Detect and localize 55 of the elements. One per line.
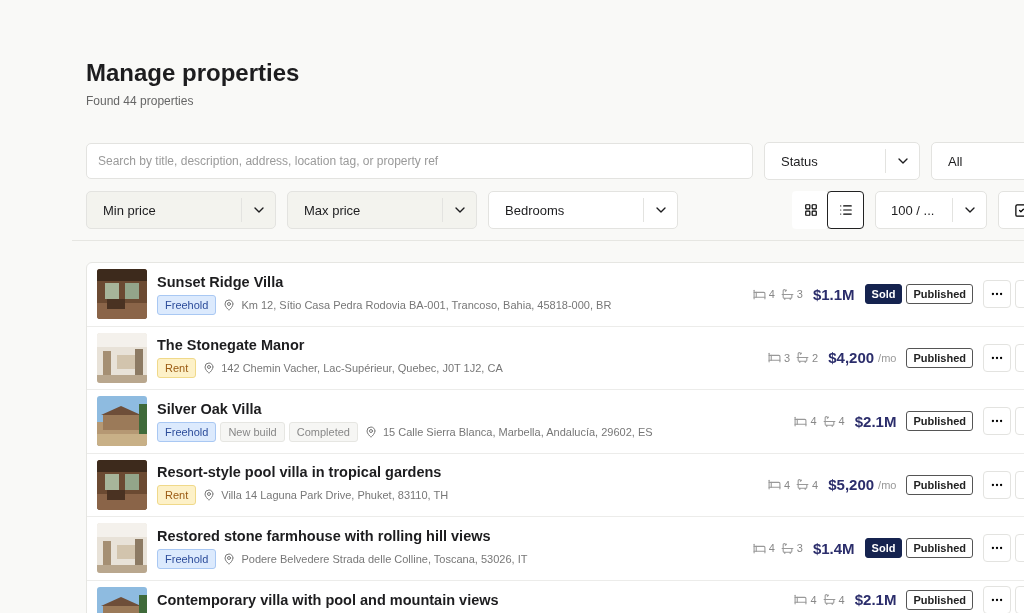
property-title[interactable]: The Stonegate Manor — [157, 337, 768, 354]
property-tag: New build — [220, 421, 285, 442]
bathroom-count: 4 — [838, 415, 845, 428]
bedroom-count: 4 — [810, 415, 817, 428]
property-address: Km 12, Sítio Casa Pedra Rodovia BA-001, Trancoso, Bahia, 45818-000, BR — [241, 298, 612, 311]
property-title[interactable]: Contemporary villa with pool and mountain views — [157, 591, 795, 608]
sold-badge: Sold — [864, 538, 903, 559]
property-price: $4,200 — [828, 349, 875, 367]
property-tag: Freehold — [157, 294, 217, 315]
results-count: Found 44 properties — [86, 94, 195, 108]
status-badge: Published — [906, 589, 973, 610]
bathroom-count: 3 — [796, 542, 803, 555]
price-period: /mo — [878, 351, 897, 364]
page-title: Manage properties — [86, 58, 301, 88]
bedroom-count: 4 — [768, 542, 775, 555]
property-address: Villa 14 Laguna Park Drive, Phuket, 83110, TH — [221, 489, 449, 502]
property-title[interactable]: Restored stone farmhouse with rolling hill views — [157, 527, 753, 544]
bathroom-count: 4 — [812, 478, 819, 491]
bathroom-count: 2 — [812, 351, 819, 364]
property-address: 142 Chemin Vacher, Lac-Supérieur, Quebec, J0T 1J2, CA — [221, 362, 503, 375]
property-tag: Rent — [157, 358, 197, 379]
status-badge: Published — [906, 347, 973, 368]
filter-select[interactable]: Max price — [287, 191, 477, 229]
property-address: Podere Belvedere Strada delle Colline, Toscana, 53026, IT — [241, 552, 528, 565]
bedroom-count: 3 — [783, 351, 791, 364]
property-tag: Rent — [157, 485, 197, 506]
bathroom-count: 3 — [796, 288, 803, 301]
property-price: $5,200 — [828, 476, 875, 494]
status-badge: Published — [906, 538, 973, 559]
property-price: $2.1M — [854, 412, 897, 430]
search-field[interactable]: Search by title, description, address, location tag, or property ref — [86, 143, 753, 179]
property-address: 15 Calle Sierra Blanca, Marbella, Andalucía, 29602, ES — [382, 425, 653, 438]
status-badge: Published — [906, 474, 973, 495]
bedroom-count: 4 — [783, 478, 791, 491]
price-period: /mo — [878, 478, 897, 491]
property-tag: Completed — [288, 421, 358, 442]
status-badge: Published — [906, 284, 973, 305]
property-title[interactable]: Silver Oak Villa — [157, 400, 795, 417]
property-tag: Freehold — [157, 548, 217, 569]
bathroom-count: 4 — [838, 593, 845, 606]
filter-select[interactable]: Min price — [86, 191, 276, 229]
property-price: $1.1M — [812, 285, 855, 303]
bedroom-count: 4 — [768, 288, 775, 301]
property-title[interactable]: Sunset Ridge Villa — [157, 273, 753, 290]
per-page-select[interactable]: 100 / ... — [875, 191, 987, 229]
property-title[interactable]: Resort-style pool villa in tropical gardens — [157, 464, 768, 481]
status-badge: Published — [906, 411, 973, 432]
property-tag: Freehold — [157, 421, 217, 442]
property-price: $1.4M — [812, 539, 855, 557]
status-select[interactable]: Status — [764, 142, 920, 180]
filter-select[interactable]: Bedrooms — [488, 191, 678, 229]
property-price: $2.1M — [854, 591, 897, 608]
status-value-select[interactable]: All — [931, 142, 1024, 180]
bedroom-count: 4 — [810, 593, 817, 606]
sold-badge: Sold — [864, 284, 903, 305]
